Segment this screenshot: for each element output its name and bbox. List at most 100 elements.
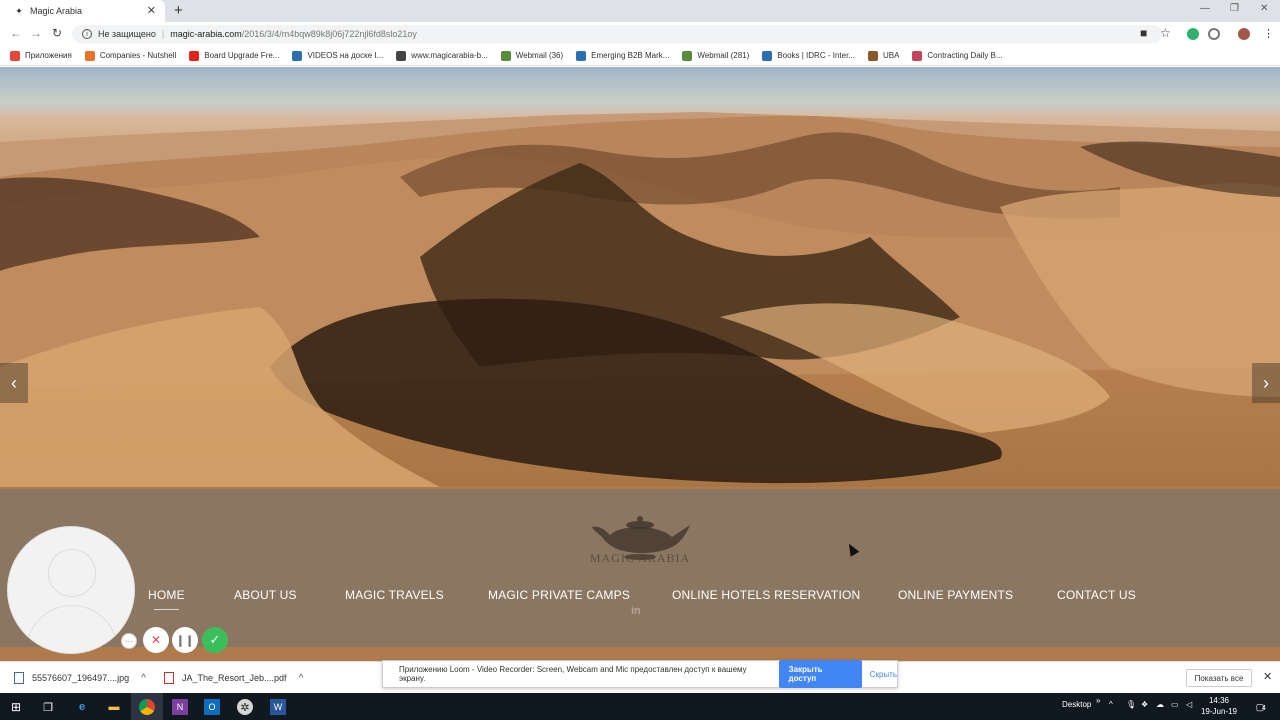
nav-link-online-hotels-reservation[interactable]: ONLINE HOTELS RESERVATION <box>672 588 860 602</box>
url-host: magic-arabia.com <box>170 29 242 39</box>
omnibox[interactable]: i Не защищено | magic-arabia.com /2016/3… <box>72 25 1162 43</box>
bookmark-favicon-icon <box>682 50 693 61</box>
tab-close-icon[interactable]: ✕ <box>147 4 156 17</box>
bookmark-favicon-icon <box>867 50 878 61</box>
nav-link-magic-private-camps[interactable]: MAGIC PRIVATE CAMPS <box>488 588 630 602</box>
avatar-placeholder-head <box>48 549 96 597</box>
profile-avatar-icon[interactable] <box>1238 28 1250 40</box>
screen-share-infobar: Приложению Loom - Video Recorder: Screen… <box>382 660 898 688</box>
system-clock[interactable]: 14:36 19-Jun-19 <box>1196 695 1242 717</box>
bookmark-label: VIDEOS на доске I... <box>307 51 384 60</box>
reload-icon[interactable]: ↻ <box>52 26 62 40</box>
bookmark-label: Companies - Nutshell <box>99 51 177 60</box>
nav-link-home[interactable]: HOME <box>148 588 185 610</box>
apps-grid-icon <box>10 50 20 61</box>
next-slide-button[interactable]: › <box>1252 363 1280 403</box>
bookmark-label: Приложения <box>25 51 72 60</box>
network-icon[interactable]: ▭ <box>1171 700 1179 709</box>
grammarly-extension-icon[interactable] <box>1187 28 1199 40</box>
show-hidden-icons-icon[interactable]: ^ <box>1109 700 1113 709</box>
address-toolbar: ← → ↻ i Не защищено | magic-arabia.com /… <box>0 22 1280 46</box>
info-icon[interactable]: i <box>82 29 92 39</box>
camera-icon[interactable]: ■ <box>1140 26 1147 40</box>
chevron-up-icon[interactable]: ^ <box>299 673 304 684</box>
loom-webcam-bubble[interactable] <box>7 526 135 654</box>
download-filename: JA_The_Resort_Jeb....pdf <box>182 673 287 683</box>
bookmark-item[interactable]: UBA <box>867 50 900 61</box>
onedrive-icon[interactable]: ☁ <box>1156 700 1164 709</box>
skype-like-app-icon[interactable]: ✲ <box>237 699 253 715</box>
volume-icon[interactable]: ◁ <box>1186 700 1192 709</box>
url-path: /2016/3/4/m4bqw89k8j06j722njl6fd8slo21oy <box>241 29 417 39</box>
bookmark-label: Books | IDRC - Inter... <box>777 51 855 60</box>
bookmark-item[interactable]: Books | IDRC - Inter... <box>762 50 855 61</box>
loom-more-icon[interactable]: ··· <box>121 633 137 649</box>
download-item[interactable]: JA_The_Resort_Jeb....pdf ^ <box>164 672 303 684</box>
chrome-icon[interactable] <box>139 699 155 715</box>
download-item[interactable]: 55576607_196497....jpg ^ <box>14 672 146 684</box>
infobar-message: Приложению Loom - Video Recorder: Screen… <box>399 665 747 683</box>
bookmark-item[interactable]: Board Upgrade Fre... <box>189 50 280 61</box>
nav-link-magic-travels[interactable]: MAGIC TRAVELS <box>345 588 444 602</box>
file-explorer-icon[interactable]: ▬ <box>106 699 122 715</box>
clock-time: 14:36 <box>1208 696 1230 705</box>
restore-icon[interactable]: ❐ <box>1230 3 1239 14</box>
bookmark-label: Emerging B2B Mark... <box>591 51 670 60</box>
site-favicon-icon: ✦ <box>15 5 23 16</box>
loom-finish-icon[interactable]: ✓ <box>202 627 228 653</box>
chevron-up-icon[interactable]: ^ <box>141 673 146 684</box>
minimize-icon[interactable]: — <box>1200 3 1210 14</box>
toolbar-expand-icon[interactable]: » <box>1096 696 1100 705</box>
bookmark-label: Webmail (281) <box>697 51 750 60</box>
edge-icon[interactable]: e <box>74 699 90 715</box>
bookmark-item[interactable]: Companies - Nutshell <box>84 50 177 61</box>
bookmark-item[interactable]: Emerging B2B Mark... <box>576 50 670 61</box>
avatar-placeholder-body <box>26 605 118 653</box>
extension-icon[interactable] <box>1208 28 1220 40</box>
bookmark-label: Board Upgrade Fre... <box>204 51 280 60</box>
bookmark-item[interactable]: Contracting Daily B... <box>912 50 1003 61</box>
linkedin-icon[interactable]: in <box>631 605 641 617</box>
desktop-toolbar-label[interactable]: Desktop <box>1062 700 1091 709</box>
bookmark-star-icon[interactable]: ☆ <box>1160 26 1171 40</box>
clock-date: 19-Jun-19 <box>1200 707 1238 716</box>
task-view-icon[interactable]: ❐ <box>40 699 56 715</box>
nav-link-about-us[interactable]: ABOUT US <box>234 588 297 602</box>
dropbox-icon[interactable]: ❖ <box>1141 700 1148 709</box>
close-downloads-icon[interactable]: ✕ <box>1263 670 1272 683</box>
loom-pause-icon[interactable]: ❙❙ <box>172 627 198 653</box>
download-filename: 55576607_196497....jpg <box>32 673 130 683</box>
windows-start-icon[interactable]: ⊞ <box>8 699 24 715</box>
bookmark-item[interactable]: Webmail (281) <box>682 50 750 61</box>
new-tab-button[interactable]: + <box>174 2 183 19</box>
bookmark-item[interactable]: Webmail (36) <box>500 50 564 61</box>
back-icon[interactable]: ← <box>10 26 22 40</box>
bookmark-item[interactable]: www.magicarabia-b... <box>396 50 488 61</box>
image-file-icon <box>14 672 24 684</box>
stop-sharing-button[interactable]: Закрыть доступ <box>778 660 862 688</box>
bookmark-label: UBA <box>882 51 900 60</box>
tab-title: Magic Arabia <box>30 6 83 16</box>
nav-link-online-payments[interactable]: ONLINE PAYMENTS <box>898 588 1013 602</box>
bookmark-item[interactable]: Приложения <box>10 50 72 61</box>
bookmark-favicon-icon <box>84 50 95 61</box>
previous-slide-button[interactable]: ‹ <box>0 363 28 403</box>
pdf-file-icon <box>164 672 174 684</box>
show-all-downloads-button[interactable]: Показать все <box>1186 669 1252 687</box>
bookmark-label: Webmail (36) <box>515 51 564 60</box>
word-icon[interactable]: W <box>270 699 286 715</box>
browser-tab[interactable]: ✦ Magic Arabia ✕ <box>0 0 165 22</box>
forward-icon[interactable]: → <box>30 26 42 40</box>
chrome-menu-icon[interactable]: ⋮ <box>1263 27 1274 40</box>
hide-infobar-link[interactable]: Скрыть <box>870 670 897 679</box>
omnibox-separator: | <box>161 29 165 39</box>
loom-cancel-icon[interactable]: ✕ <box>143 627 169 653</box>
onenote-icon[interactable]: N <box>172 699 188 715</box>
nav-link-contact-us[interactable]: CONTACT US <box>1057 588 1136 602</box>
close-window-icon[interactable]: ✕ <box>1260 3 1268 14</box>
microphone-icon[interactable]: 🎙 <box>1126 700 1136 709</box>
bookmark-item[interactable]: VIDEOS на доске I... <box>292 50 384 61</box>
outlook-icon[interactable]: O <box>204 699 220 715</box>
hero-slider: ‹ › MAGIC ARABIA HOME ABOUT US MAGIC TRAVE… <box>0 67 1280 661</box>
notification-count: 4 <box>1262 705 1266 712</box>
